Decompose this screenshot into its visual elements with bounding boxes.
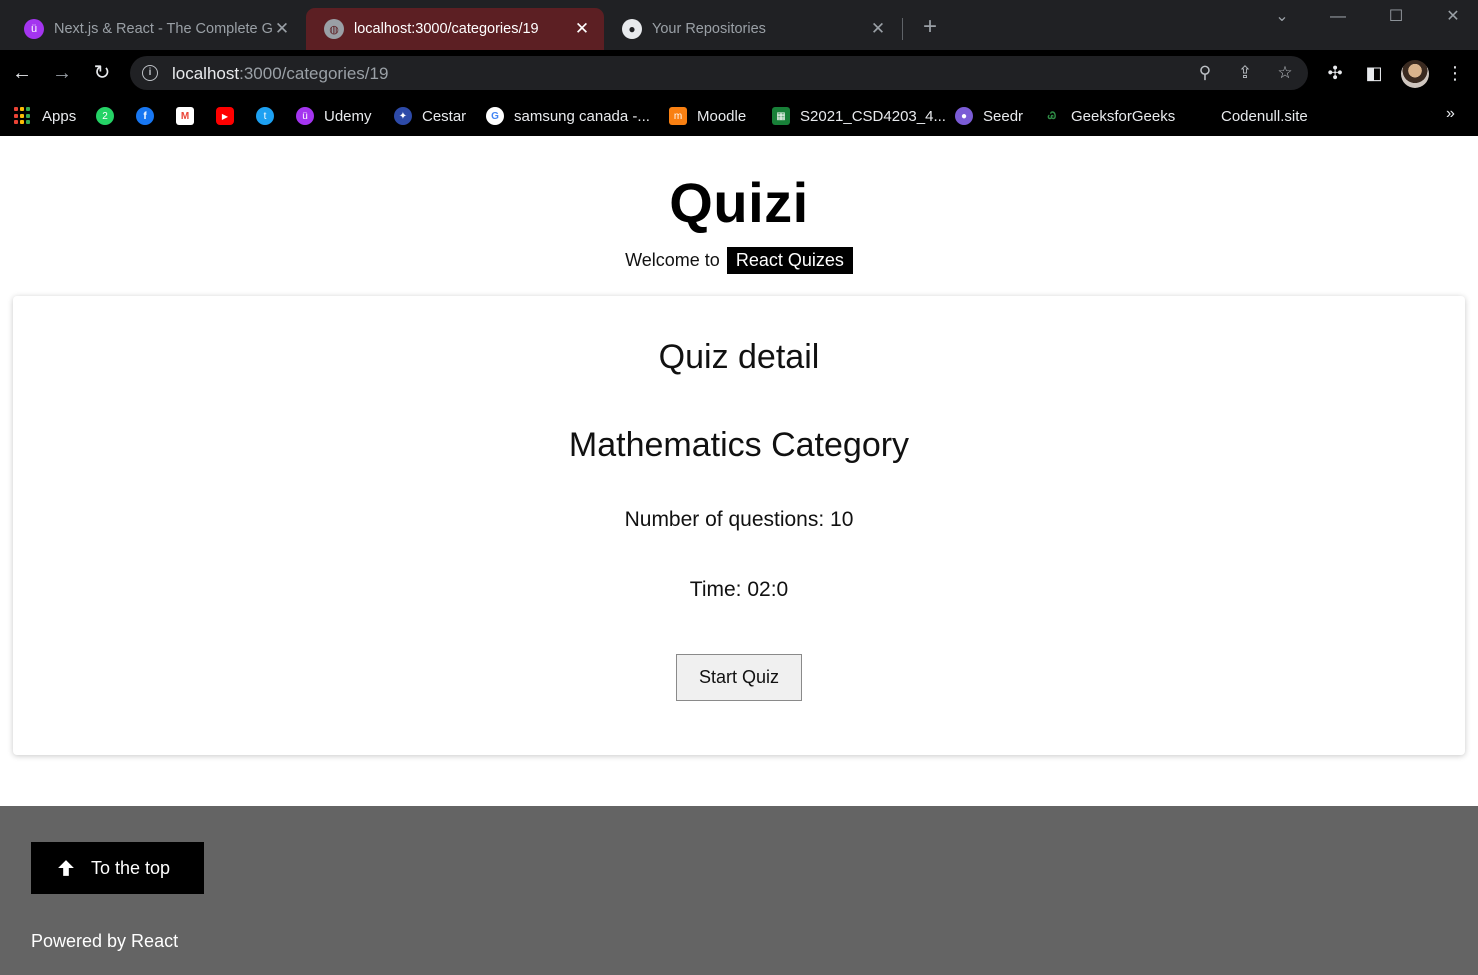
page-content: Quizi Welcome to React Quizes Quiz detai… — [0, 136, 1478, 975]
udemy-icon: ü — [296, 107, 314, 125]
tab-localhost-categories[interactable]: ◍ localhost:3000/categories/19 ✕ — [306, 8, 604, 50]
tab-search-icon[interactable]: ⌄ — [1270, 6, 1294, 28]
menu-kebab-icon[interactable]: ⋮ — [1443, 61, 1467, 85]
number-of-questions: Number of questions: 10 — [624, 508, 854, 531]
bookmark-label: Moodle — [697, 107, 747, 125]
to-the-top-button[interactable]: To the top — [31, 842, 204, 894]
tab-title: localhost:3000/categories/19 — [354, 21, 539, 37]
globe-icon: ◍ — [324, 19, 344, 39]
bookmark-whatsapp[interactable]: 2 — [96, 105, 124, 127]
browser-tab-strip: ü Next.js & React - The Complete G ✕ ◍ l… — [0, 0, 1478, 50]
powered-by-text: Powered by React — [31, 931, 179, 951]
welcome-badge: React Quizes — [726, 247, 853, 274]
start-quiz-button[interactable]: Start Quiz — [676, 654, 802, 701]
bookmark-label: Apps — [42, 107, 77, 125]
bookmark-seedr[interactable]: ● Seedr — [955, 105, 1023, 127]
bookmark-codenull[interactable]: Codenull.site — [1221, 105, 1308, 127]
address-bar[interactable]: i localhost:3000/categories/19 ⚲ ⇪ ☆ — [130, 56, 1308, 90]
cestar-icon: ✦ — [394, 107, 412, 125]
quiz-category-title: Mathematics Category — [568, 426, 910, 464]
side-panel-icon[interactable]: ◧ — [1362, 61, 1386, 85]
quiz-detail-heading: Quiz detail — [658, 338, 820, 376]
bookmark-label: Cestar — [422, 107, 467, 125]
bookmark-samsung-canada[interactable]: G samsung canada -... — [486, 105, 650, 127]
welcome-text: Welcome to — [625, 250, 720, 270]
google-icon: G — [486, 107, 504, 125]
facebook-icon: f — [136, 107, 154, 125]
bookmark-label: Udemy — [324, 107, 372, 125]
window-close-icon[interactable]: ✕ — [1441, 6, 1465, 28]
tab-separator — [902, 18, 903, 40]
close-icon[interactable]: ✕ — [572, 19, 592, 39]
welcome-line: Welcome to React Quizes — [0, 247, 1478, 274]
bookmark-star-icon[interactable]: ☆ — [1274, 62, 1296, 84]
gmail-icon: M — [176, 107, 194, 125]
url-path: :3000/categories/19 — [239, 64, 389, 83]
bookmark-youtube[interactable]: ▶ — [216, 105, 244, 127]
new-tab-icon[interactable]: + — [918, 15, 942, 40]
site-title: Quizi — [669, 171, 809, 234]
bookmark-geeksforgeeks[interactable]: Ꮚ GeeksforGeeks — [1043, 105, 1175, 127]
quiz-detail-card: Quiz detail Mathematics Category Number … — [13, 296, 1465, 755]
bookmark-udemy[interactable]: ü Udemy — [296, 105, 372, 127]
bookmark-label: samsung canada -... — [514, 107, 650, 125]
bookmark-label: S2021_CSD4203_4... — [800, 107, 946, 125]
maximize-icon[interactable]: ☐ — [1384, 6, 1408, 28]
to-the-top-label: To the top — [91, 857, 171, 878]
bookmark-cestar[interactable]: ✦ Cestar — [394, 105, 466, 127]
udemy-icon: ü — [24, 19, 44, 39]
seedr-icon: ● — [955, 107, 973, 125]
moodle-icon: m — [669, 107, 687, 125]
quiz-time: Time: 02:0 — [689, 578, 789, 601]
minimize-icon[interactable]: — — [1326, 6, 1350, 28]
extensions-puzzle-icon[interactable]: ✣ — [1323, 61, 1347, 85]
zoom-icon[interactable]: ⚲ — [1194, 62, 1216, 84]
bookmark-facebook[interactable]: f — [136, 105, 164, 127]
bookmark-moodle[interactable]: m Moodle — [669, 105, 746, 127]
bookmark-gmail[interactable]: M — [176, 105, 204, 127]
twitter-icon: t — [256, 107, 274, 125]
sheet-icon: ▦ — [772, 107, 790, 125]
back-arrow-icon[interactable]: ← — [9, 60, 35, 86]
address-url[interactable]: localhost:3000/categories/19 — [172, 64, 388, 84]
youtube-icon: ▶ — [216, 107, 234, 125]
arrow-up-icon — [58, 860, 74, 876]
bookmarks-bar: Apps 2 f M ▶ t ü Udemy ✦ Cestar G samsun… — [0, 96, 1478, 136]
tab-nextjs-course[interactable]: ü Next.js & React - The Complete G ✕ — [6, 8, 304, 50]
whatsapp-icon: 2 — [96, 107, 114, 125]
close-icon[interactable]: ✕ — [868, 19, 888, 39]
bookmark-label: GeeksforGeeks — [1071, 107, 1176, 125]
bookmark-apps[interactable]: Apps — [14, 105, 76, 127]
github-icon: ● — [622, 19, 642, 39]
bookmark-label: Seedr — [983, 107, 1024, 125]
bookmark-label: Codenull.site — [1221, 107, 1308, 125]
more-bookmarks-chevron-icon[interactable]: » — [1446, 105, 1455, 123]
bookmark-twitter[interactable]: t — [256, 105, 284, 127]
reload-icon[interactable]: ↻ — [89, 60, 115, 86]
geeksforgeeks-icon: Ꮚ — [1043, 107, 1061, 125]
forward-arrow-icon[interactable]: → — [49, 60, 75, 86]
tab-title: Next.js & React - The Complete G — [54, 21, 272, 37]
browser-toolbar: ← → ↻ i localhost:3000/categories/19 ⚲ ⇪… — [0, 50, 1478, 96]
apps-grid-icon — [14, 107, 32, 125]
tab-title: Your Repositories — [652, 21, 766, 37]
tab-your-repositories[interactable]: ● Your Repositories ✕ — [604, 8, 900, 50]
bookmark-s2021-csd4203[interactable]: ▦ S2021_CSD4203_4... — [772, 105, 946, 127]
profile-avatar[interactable] — [1401, 60, 1429, 88]
site-info-icon[interactable]: i — [142, 65, 158, 81]
share-icon[interactable]: ⇪ — [1234, 62, 1256, 84]
page-footer: To the top Powered by React — [0, 806, 1478, 975]
url-host: localhost — [172, 64, 240, 83]
close-icon[interactable]: ✕ — [272, 19, 292, 39]
